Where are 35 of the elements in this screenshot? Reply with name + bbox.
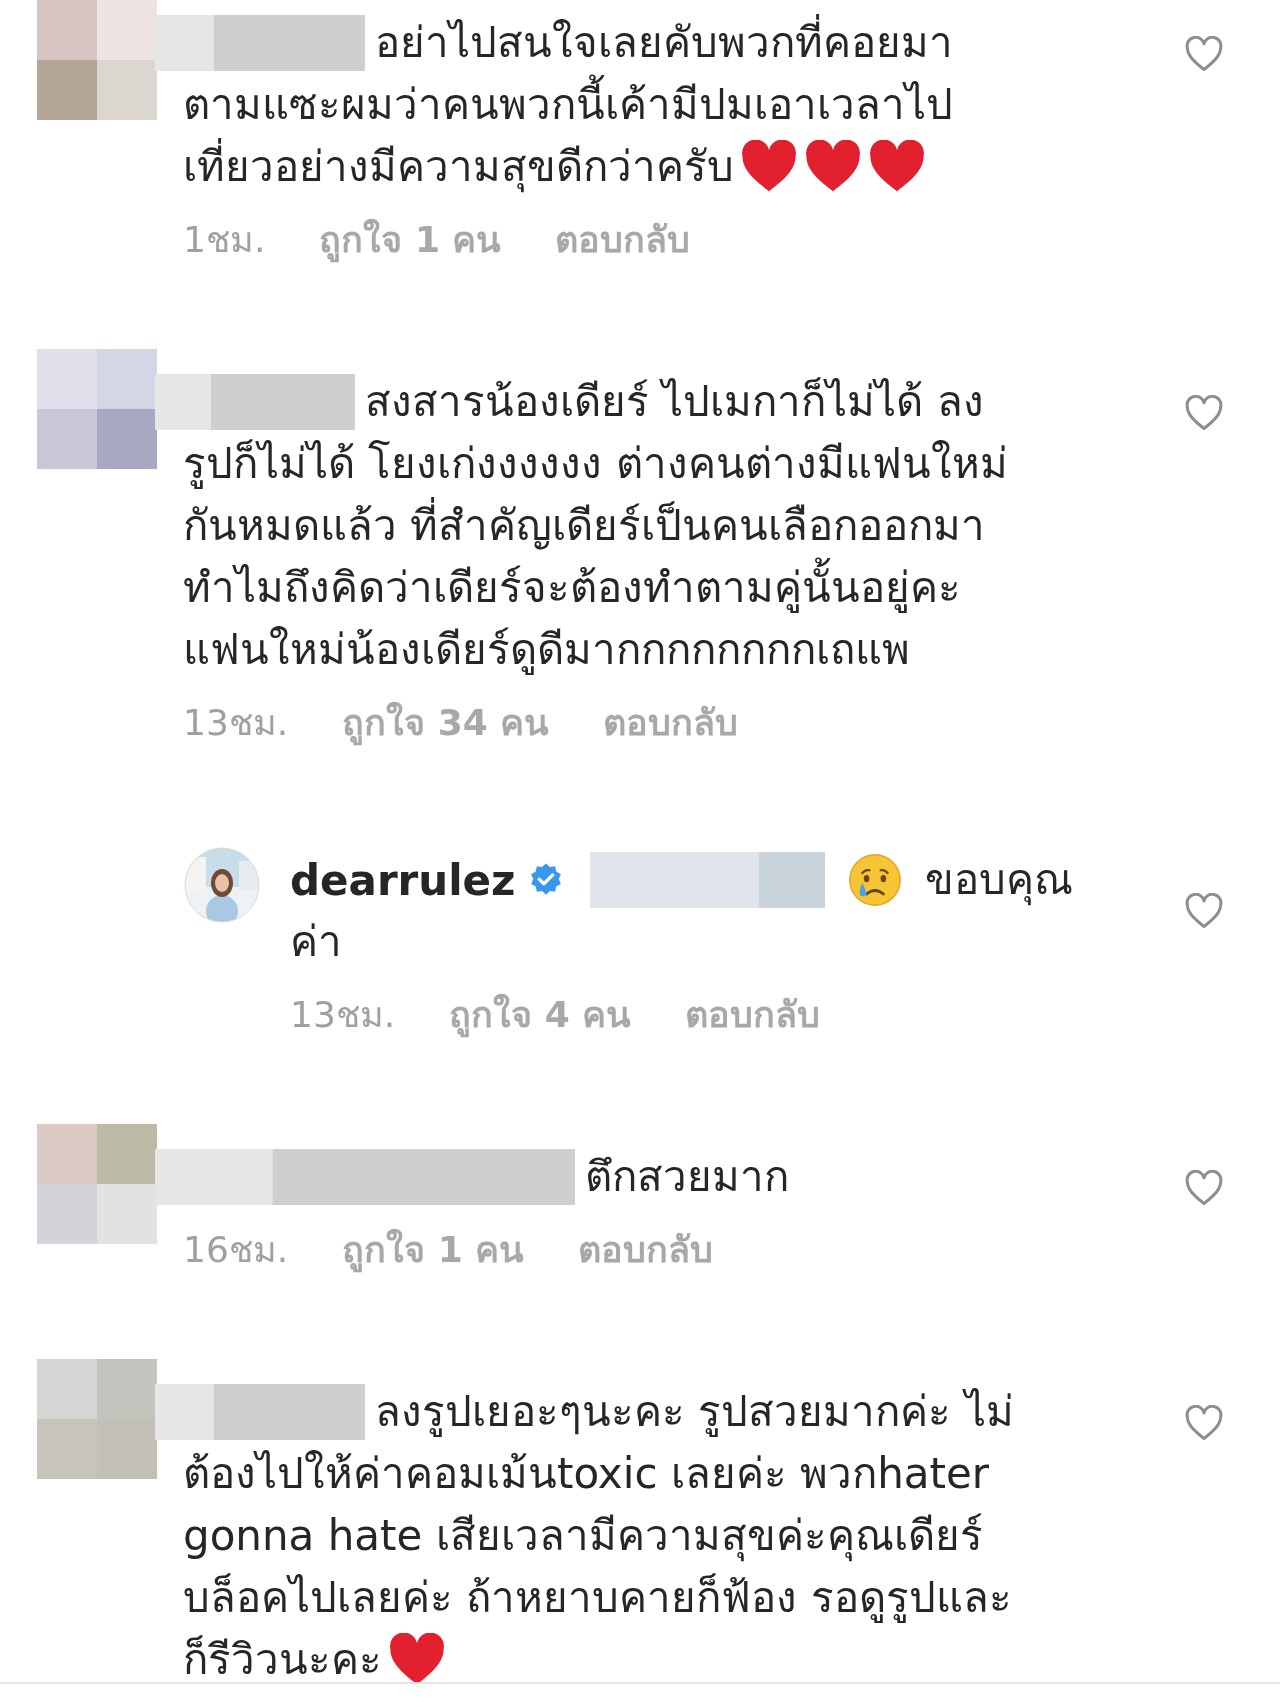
comment-text: แฟนใหม่น้องเดียร์ดูดีมากกกกกกกกเถแพ	[183, 624, 910, 677]
comment-time: 13ชม.	[290, 992, 396, 1037]
comment-text: อย่าไปสนใจเลยคับพวกที่คอยมา	[375, 12, 953, 74]
comment-text: ก็รีวิวนะคะ	[183, 1634, 382, 1682]
comment-text: รูปก็ไม่ได้ โยงเก่งงงงงง ต่างคนต่างมีแฟนใหม่ กันหมดแล้ว ที่สำคัญเดียร์เป็นคนเลือกออกมา ทำไมถึงคิดว่าเดียร์จะต้องทำตามคู่นั้นอยู่คะ	[183, 438, 1009, 615]
heart-emoji-icon	[868, 140, 926, 194]
heart-icon[interactable]	[1184, 395, 1224, 432]
username[interactable]: dearrulez	[290, 855, 516, 905]
heart-emoji-icon	[740, 140, 798, 194]
comment-text: ขอบคุณ	[924, 854, 1073, 908]
comment-text: เที่ยวอย่างมีความสุขดีกว่าครับ	[183, 136, 734, 198]
comment-time: 1ชม.	[183, 217, 266, 262]
reply-link[interactable]: ตอบกลับ	[603, 693, 739, 751]
reply-link[interactable]: ตอบกลับ	[685, 985, 821, 1043]
heart-emoji-icon	[388, 1633, 446, 1682]
comment-text: ต้องไปให้ค่าคอมเม้นtoxic เลยค่ะ พวกhater gonna hate เสียเวลามีความสุขค่ะคุณเดียร์ บล็อคไปเลยค่ะ ถ้าหยาบคายก็ฟ้อง รอดูรูปและ	[183, 1448, 1013, 1625]
comment-text: ตามแซะผมว่าคนพวกนี้เค้ามีปมเอาเวลาไป	[183, 74, 1184, 136]
heart-icon[interactable]	[1184, 893, 1224, 930]
heart-icon[interactable]	[1184, 36, 1224, 73]
likes-count[interactable]: ถูกใจ 1 คน	[319, 210, 502, 268]
reply-link[interactable]: ตอบกลับ	[555, 210, 691, 268]
likes-count[interactable]: ถูกใจ 4 คน	[449, 985, 632, 1043]
crying-face-emoji-icon	[846, 852, 903, 908]
comment-text: ตึกสวยมาก	[585, 1151, 789, 1203]
reply-link[interactable]: ตอบกลับ	[578, 1220, 714, 1278]
heart-icon[interactable]	[1184, 1405, 1224, 1442]
comment-text: ค่า	[290, 916, 343, 968]
comment-time: 13ชม.	[183, 700, 289, 745]
comment-text: สงสารน้องเดียร์ ไปเมกาก็ไม่ได้ ลง	[365, 376, 984, 428]
likes-count[interactable]: ถูกใจ 34 คน	[342, 693, 550, 751]
heart-emoji-icon	[804, 140, 862, 194]
comment-time: 16ชม.	[183, 1227, 289, 1272]
comment-text: ลงรูปเยอะๆนะคะ รูปสวยมากค่ะ ไม่	[375, 1386, 1014, 1439]
likes-count[interactable]: ถูกใจ 1 คน	[342, 1220, 525, 1278]
heart-icon[interactable]	[1184, 1170, 1224, 1207]
